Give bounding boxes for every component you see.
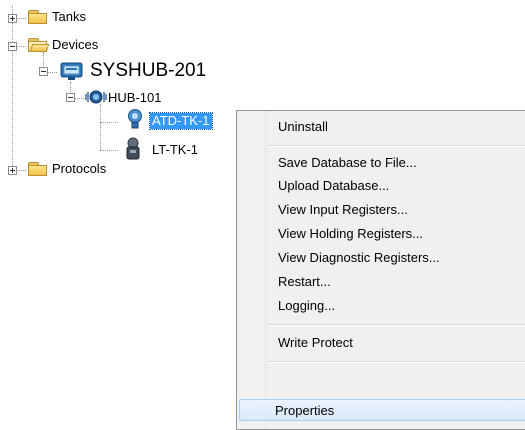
tree-connector (75, 98, 84, 99)
hub-collapse-toggle[interactable] (66, 93, 75, 102)
menu-item-label: View Holding Registers... (278, 226, 423, 241)
menu-item-view-input-registers[interactable]: View Input Registers... (240, 199, 525, 221)
menu-item-logging[interactable]: Logging... (240, 295, 525, 317)
tree-connector (17, 46, 26, 47)
tree-connector (100, 104, 101, 150)
hub-module-icon (85, 90, 107, 104)
menu-separator (268, 324, 525, 326)
menu-item-label: View Diagnostic Registers... (278, 250, 440, 265)
menu-item-label: View Input Registers... (278, 202, 408, 217)
menu-item-upload-database[interactable]: Upload Database... (240, 175, 525, 197)
tree-connector (12, 5, 13, 170)
menu-item-label: Restart... (278, 274, 331, 289)
menu-item-label: Logging... (278, 298, 336, 313)
tanks-expand-toggle[interactable] (8, 14, 17, 23)
tree-connector (17, 170, 26, 171)
level-transmitter-icon (126, 137, 140, 160)
menu-item-label: Write Protect (278, 335, 353, 350)
menu-item-save-database[interactable]: Save Database to File... (240, 152, 525, 174)
menu-item-label: Properties (275, 403, 335, 418)
folder-icon (28, 10, 48, 24)
tree-item-atd-tk-1[interactable]: ATD-TK-1 (149, 112, 213, 130)
menu-item-write-protect[interactable]: Write Protect (240, 332, 525, 354)
context-menu: Uninstall Save Database to File... Uploa… (236, 110, 525, 430)
protocols-expand-toggle[interactable] (8, 166, 17, 175)
tree-connector (48, 72, 57, 73)
hub-device-icon (60, 62, 83, 80)
tree-connector (100, 122, 118, 123)
tree-item-lt-tk-1[interactable]: LT-TK-1 (152, 142, 198, 158)
tree-item-devices[interactable]: Devices (52, 37, 98, 53)
tree-item-hub[interactable]: HUB-101 (108, 90, 161, 106)
menu-separator (268, 361, 525, 363)
menu-item-label: Save Database to File... (278, 155, 417, 170)
folder-icon (28, 162, 48, 176)
menu-separator (268, 145, 525, 147)
menu-item-label: Uninstall (278, 119, 328, 134)
menu-item-uninstall[interactable]: Uninstall (240, 116, 525, 138)
tree-item-syshub[interactable]: SYSHUB-201 (90, 60, 206, 82)
menu-item-restart[interactable]: Restart... (240, 271, 525, 293)
tree-connector (17, 18, 26, 19)
menu-item-properties[interactable]: Properties (239, 399, 525, 421)
menu-item-view-holding-registers[interactable]: View Holding Registers... (240, 223, 525, 245)
menu-item-view-diagnostic-registers[interactable]: View Diagnostic Registers... (240, 247, 525, 269)
transmitter-icon (128, 109, 142, 129)
open-folder-icon (28, 38, 50, 52)
syshub-collapse-toggle[interactable] (39, 67, 48, 76)
tree-item-protocols[interactable]: Protocols (52, 161, 106, 177)
menu-item-label: Upload Database... (278, 178, 390, 193)
tree-connector (100, 150, 118, 151)
devices-collapse-toggle[interactable] (8, 42, 17, 51)
tree-item-tanks[interactable]: Tanks (52, 9, 86, 25)
